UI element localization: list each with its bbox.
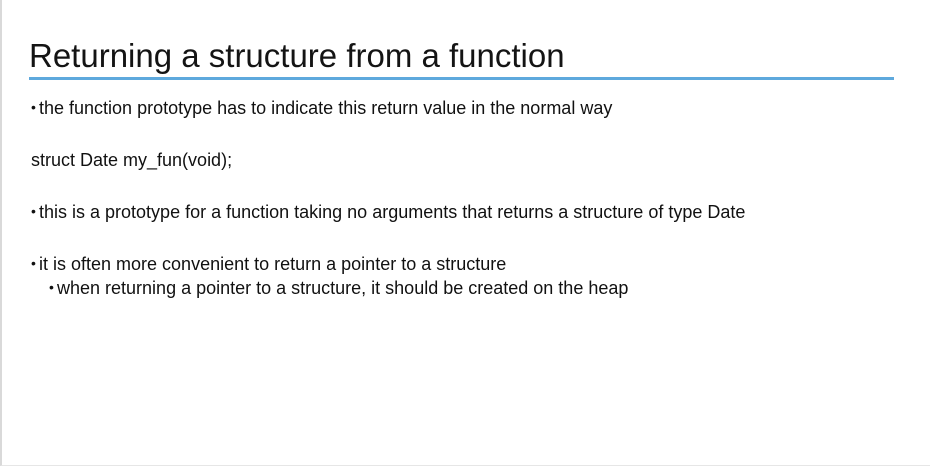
sub-bullet-text: when returning a pointer to a structure,… xyxy=(57,278,629,298)
bullet-text: the function prototype has to indicate t… xyxy=(39,98,613,118)
bullet-icon: • xyxy=(49,279,54,295)
bullet-text: this is a prototype for a function takin… xyxy=(39,202,746,222)
bullet-line: • the function prototype has to indicate … xyxy=(31,96,612,119)
bullet-text: it is often more convenient to return a … xyxy=(39,254,507,274)
slide-title: Returning a structure from a function xyxy=(29,37,565,74)
bullet-icon: • xyxy=(31,99,36,115)
bullet-icon: • xyxy=(31,255,36,271)
sub-bullet-line: • when returning a pointer to a structure… xyxy=(49,276,628,299)
bullet-line: • it is often more convenient to return a… xyxy=(31,252,506,275)
title-underline xyxy=(29,77,894,80)
bullet-icon: • xyxy=(31,203,36,219)
slide: Returning a structure from a function • t… xyxy=(0,0,930,466)
code-line: struct Date my_fun(void); xyxy=(31,150,233,170)
bullet-line: • this is a prototype for a function taki… xyxy=(31,200,745,223)
